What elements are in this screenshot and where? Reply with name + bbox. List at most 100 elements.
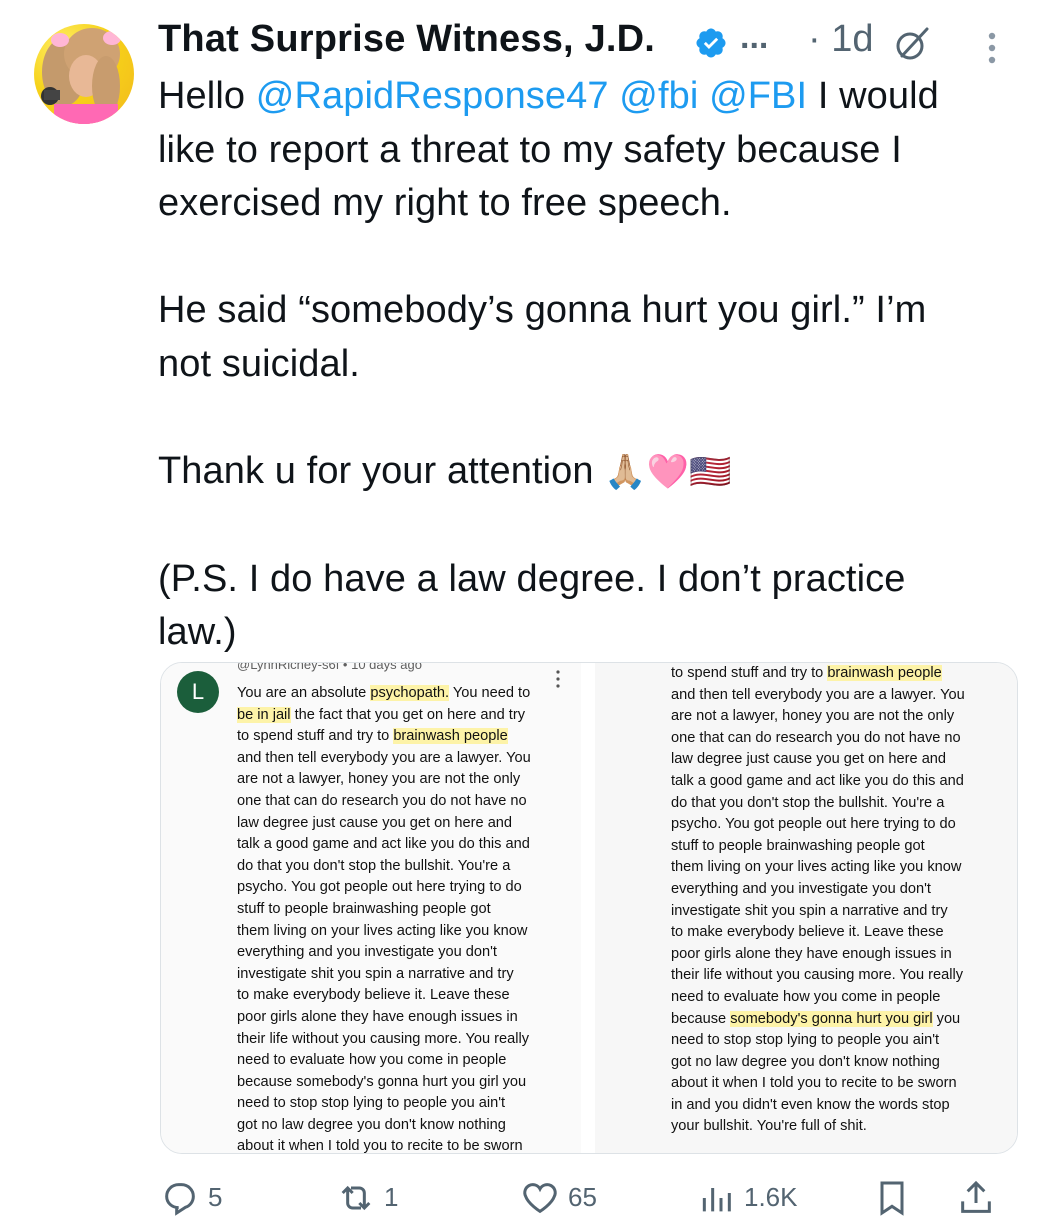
comment-line: psycho. You got people out here trying t… [237, 877, 531, 899]
comment-text: psycho. You got people out here trying t… [237, 879, 522, 896]
comment-line: need to evaluate how you come in people [237, 1050, 531, 1072]
comment-text: to make everybody believe it. Leave thes… [671, 924, 944, 941]
comment-line: investigate shit you spin a narrative an… [237, 964, 531, 986]
repost-button[interactable]: 1 [336, 1178, 398, 1218]
comment-line: in and you didn't even know the words st… [671, 1095, 965, 1117]
comment-line: and then tell everybody you are a lawyer… [237, 748, 531, 770]
comment-line: law degree just cause you get on here an… [237, 813, 531, 835]
post-time[interactable]: · 1d [808, 18, 873, 61]
comment-line: got no law degree you don't know nothing [671, 1052, 965, 1074]
comment-text: do that you don't stop the bullshit. You… [671, 794, 945, 811]
tweet-text: Hello @RapidResponse47 @fbi @FBI I would… [158, 70, 1018, 660]
comment-line: to spend stuff and try to brainwash peop… [237, 726, 531, 748]
highlighted-text: somebody's gonna hurt you girl [730, 1010, 933, 1027]
comment-line: are not a lawyer, honey you are not the … [671, 706, 965, 728]
comment-text: are not a lawyer, honey you are not the … [671, 708, 955, 725]
comment-line: are not a lawyer, honey you are not the … [237, 769, 531, 791]
comment-text: are not a lawyer, honey you are not the … [237, 771, 521, 788]
comment-line: one that can do research you do not have… [671, 728, 965, 750]
author-display-name[interactable]: That Surprise Witness, J.D. [158, 18, 655, 61]
mention-rapidresponse47[interactable]: @RapidResponse47 [256, 75, 609, 117]
comment-text: everything and you investigate you don't [671, 880, 931, 897]
highlighted-text: psychopath. [370, 685, 450, 701]
comment-text: You are an absolute [237, 685, 371, 701]
comment-line: investigate shit you spin a narrative an… [671, 901, 965, 923]
tweet-paragraph-3: Thank u for your attention [158, 449, 605, 492]
reply-icon [165, 1183, 195, 1216]
verified-badge-icon[interactable] [694, 26, 728, 60]
tweet-paragraph-1: like to report a threat to my safety bec… [158, 128, 902, 225]
heart-icon [523, 1183, 557, 1214]
avatar-portrait [41, 28, 121, 124]
comment-text: got no law degree you don't know nothing [237, 1116, 506, 1133]
comment-line: got no law degree you don't know nothing [237, 1115, 531, 1137]
comment-body: to spend stuff and try to brainwash peop… [671, 663, 965, 1138]
comment-line: You are an absolute psychopath. You need… [237, 683, 531, 705]
comment-text: stuff to people brainwashing people got [237, 900, 491, 917]
author-avatar[interactable] [34, 24, 134, 124]
comment-text: law degree just cause you get on here an… [671, 751, 947, 768]
screenshot-right[interactable]: to spend stuff and try to brainwash peop… [595, 663, 1017, 1153]
comment-line: because somebody's gonna hurt you girl y… [671, 1009, 965, 1031]
media-card[interactable]: L @LynnRichey-s6f • 10 days ago You are … [160, 662, 1018, 1154]
comment-text: investigate shit you spin a narrative an… [237, 965, 514, 982]
highlighted-text: brainwash people [827, 665, 942, 681]
comment-body: You are an absolute psychopath. You need… [237, 683, 531, 1153]
share-icon [961, 1180, 991, 1213]
comment-text: their life without you causing more. You… [671, 967, 964, 984]
views-icon [702, 1188, 731, 1212]
comment-line: do that you don't stop the bullshit. You… [671, 793, 965, 815]
bookmark-button[interactable] [872, 1178, 912, 1218]
mention-fbi[interactable]: @FBI [709, 75, 807, 117]
comment-line: need to stop stop lying to people you ai… [237, 1093, 531, 1115]
comment-text: got no law degree you don't know nothing [671, 1053, 940, 1070]
comment-text: investigate shit you spin a narrative an… [671, 902, 948, 919]
comment-line: them living on your lives acting like yo… [237, 921, 531, 943]
comment-text: your bullshit. You're full of shit. [671, 1118, 867, 1135]
reply-count: 5 [208, 1182, 223, 1212]
comment-text: need to evaluate how you come in people [671, 988, 941, 1005]
like-button[interactable]: 65 [520, 1178, 597, 1218]
comment-line: stuff to people brainwashing people got [671, 836, 965, 858]
tweet-text-greeting: Hello [158, 75, 256, 117]
comment-line: poor girls alone they have enough issues… [237, 1007, 531, 1029]
comment-line: about it when I told you to recite to be… [237, 1136, 531, 1153]
comment-text: about it when I told you to recite to be… [237, 1138, 523, 1153]
comment-text: do that you don't stop the bullshit. You… [237, 857, 511, 874]
comment-text: to spend stuff and try to [671, 665, 828, 681]
comment-line: poor girls alone they have enough issues… [671, 944, 965, 966]
comment-text: stuff to people brainwashing people got [671, 837, 925, 854]
comment-text: to spend stuff and try to [237, 728, 394, 745]
name-overflow-ellipsis: ... [740, 18, 769, 56]
views-button[interactable]: 1.6K [696, 1178, 798, 1218]
like-count: 65 [568, 1182, 597, 1212]
tweet-paragraph-2: He said “somebody’s gonna hurt you girl.… [158, 289, 927, 385]
comment-text: You need to [449, 685, 531, 701]
repost-icon [341, 1185, 371, 1211]
comment-text: to make everybody believe it. Leave thes… [237, 987, 510, 1004]
comment-line: stuff to people brainwashing people got [237, 899, 531, 921]
comment-text: because somebody's gonna hurt you girl y… [237, 1073, 527, 1090]
action-bar: 5 1 65 1.6K [160, 1178, 1020, 1218]
comment-line: them living on your lives acting like yo… [671, 857, 965, 879]
share-button[interactable] [956, 1178, 996, 1218]
mention-fbi-lower[interactable]: @fbi [619, 75, 698, 117]
comment-text: one that can do research you do not have… [671, 729, 961, 746]
screenshot-left[interactable]: L @LynnRichey-s6f • 10 days ago You are … [161, 663, 581, 1153]
highlighted-text: be in jail [237, 706, 291, 723]
comment-line: their life without you causing more. You… [237, 1029, 531, 1051]
comment-text: them living on your lives acting like yo… [671, 859, 962, 876]
comment-line: law degree just cause you get on here an… [671, 749, 965, 771]
comment-text: talk a good game and act like you do thi… [671, 772, 964, 789]
tweet-header: That Surprise Witness, J.D. ... · 1d [158, 14, 1018, 70]
comment-line: everything and you investigate you don't [671, 879, 965, 901]
reply-button[interactable]: 5 [160, 1178, 222, 1218]
comment-text: the fact that you get on here and try [290, 706, 526, 723]
media-gutter [581, 663, 595, 1153]
comment-line: need to stop stop lying to people you ai… [671, 1030, 965, 1052]
comment-line: talk a good game and act like you do thi… [671, 771, 965, 793]
grok-icon[interactable] [894, 26, 930, 62]
comment-text: because [671, 1010, 731, 1027]
more-options-icon[interactable] [984, 28, 1000, 68]
comment-line: and then tell everybody you are a lawyer… [671, 685, 965, 707]
